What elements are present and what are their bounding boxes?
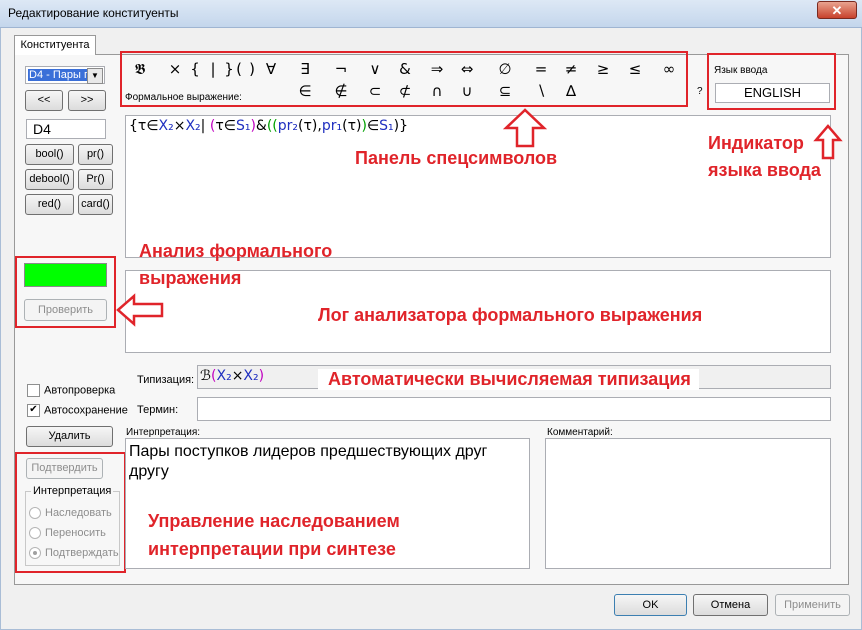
annotation-log: Лог анализатора формального выражения: [318, 305, 703, 325]
annotation-typification: Автоматически вычисляемая типизация: [318, 369, 699, 390]
annotation-inheritance: Управление наследованием интерпретации п…: [148, 511, 400, 559]
annotation-analysis: Анализ формального выражения: [139, 241, 333, 288]
arrow-left-check-icon: [116, 293, 164, 327]
annotation-lang-indicator: Индикатор языка ввода: [708, 133, 821, 180]
arrow-up-palette-icon: [502, 108, 548, 148]
annotation-palette: Панель спецсимволов: [355, 148, 558, 168]
